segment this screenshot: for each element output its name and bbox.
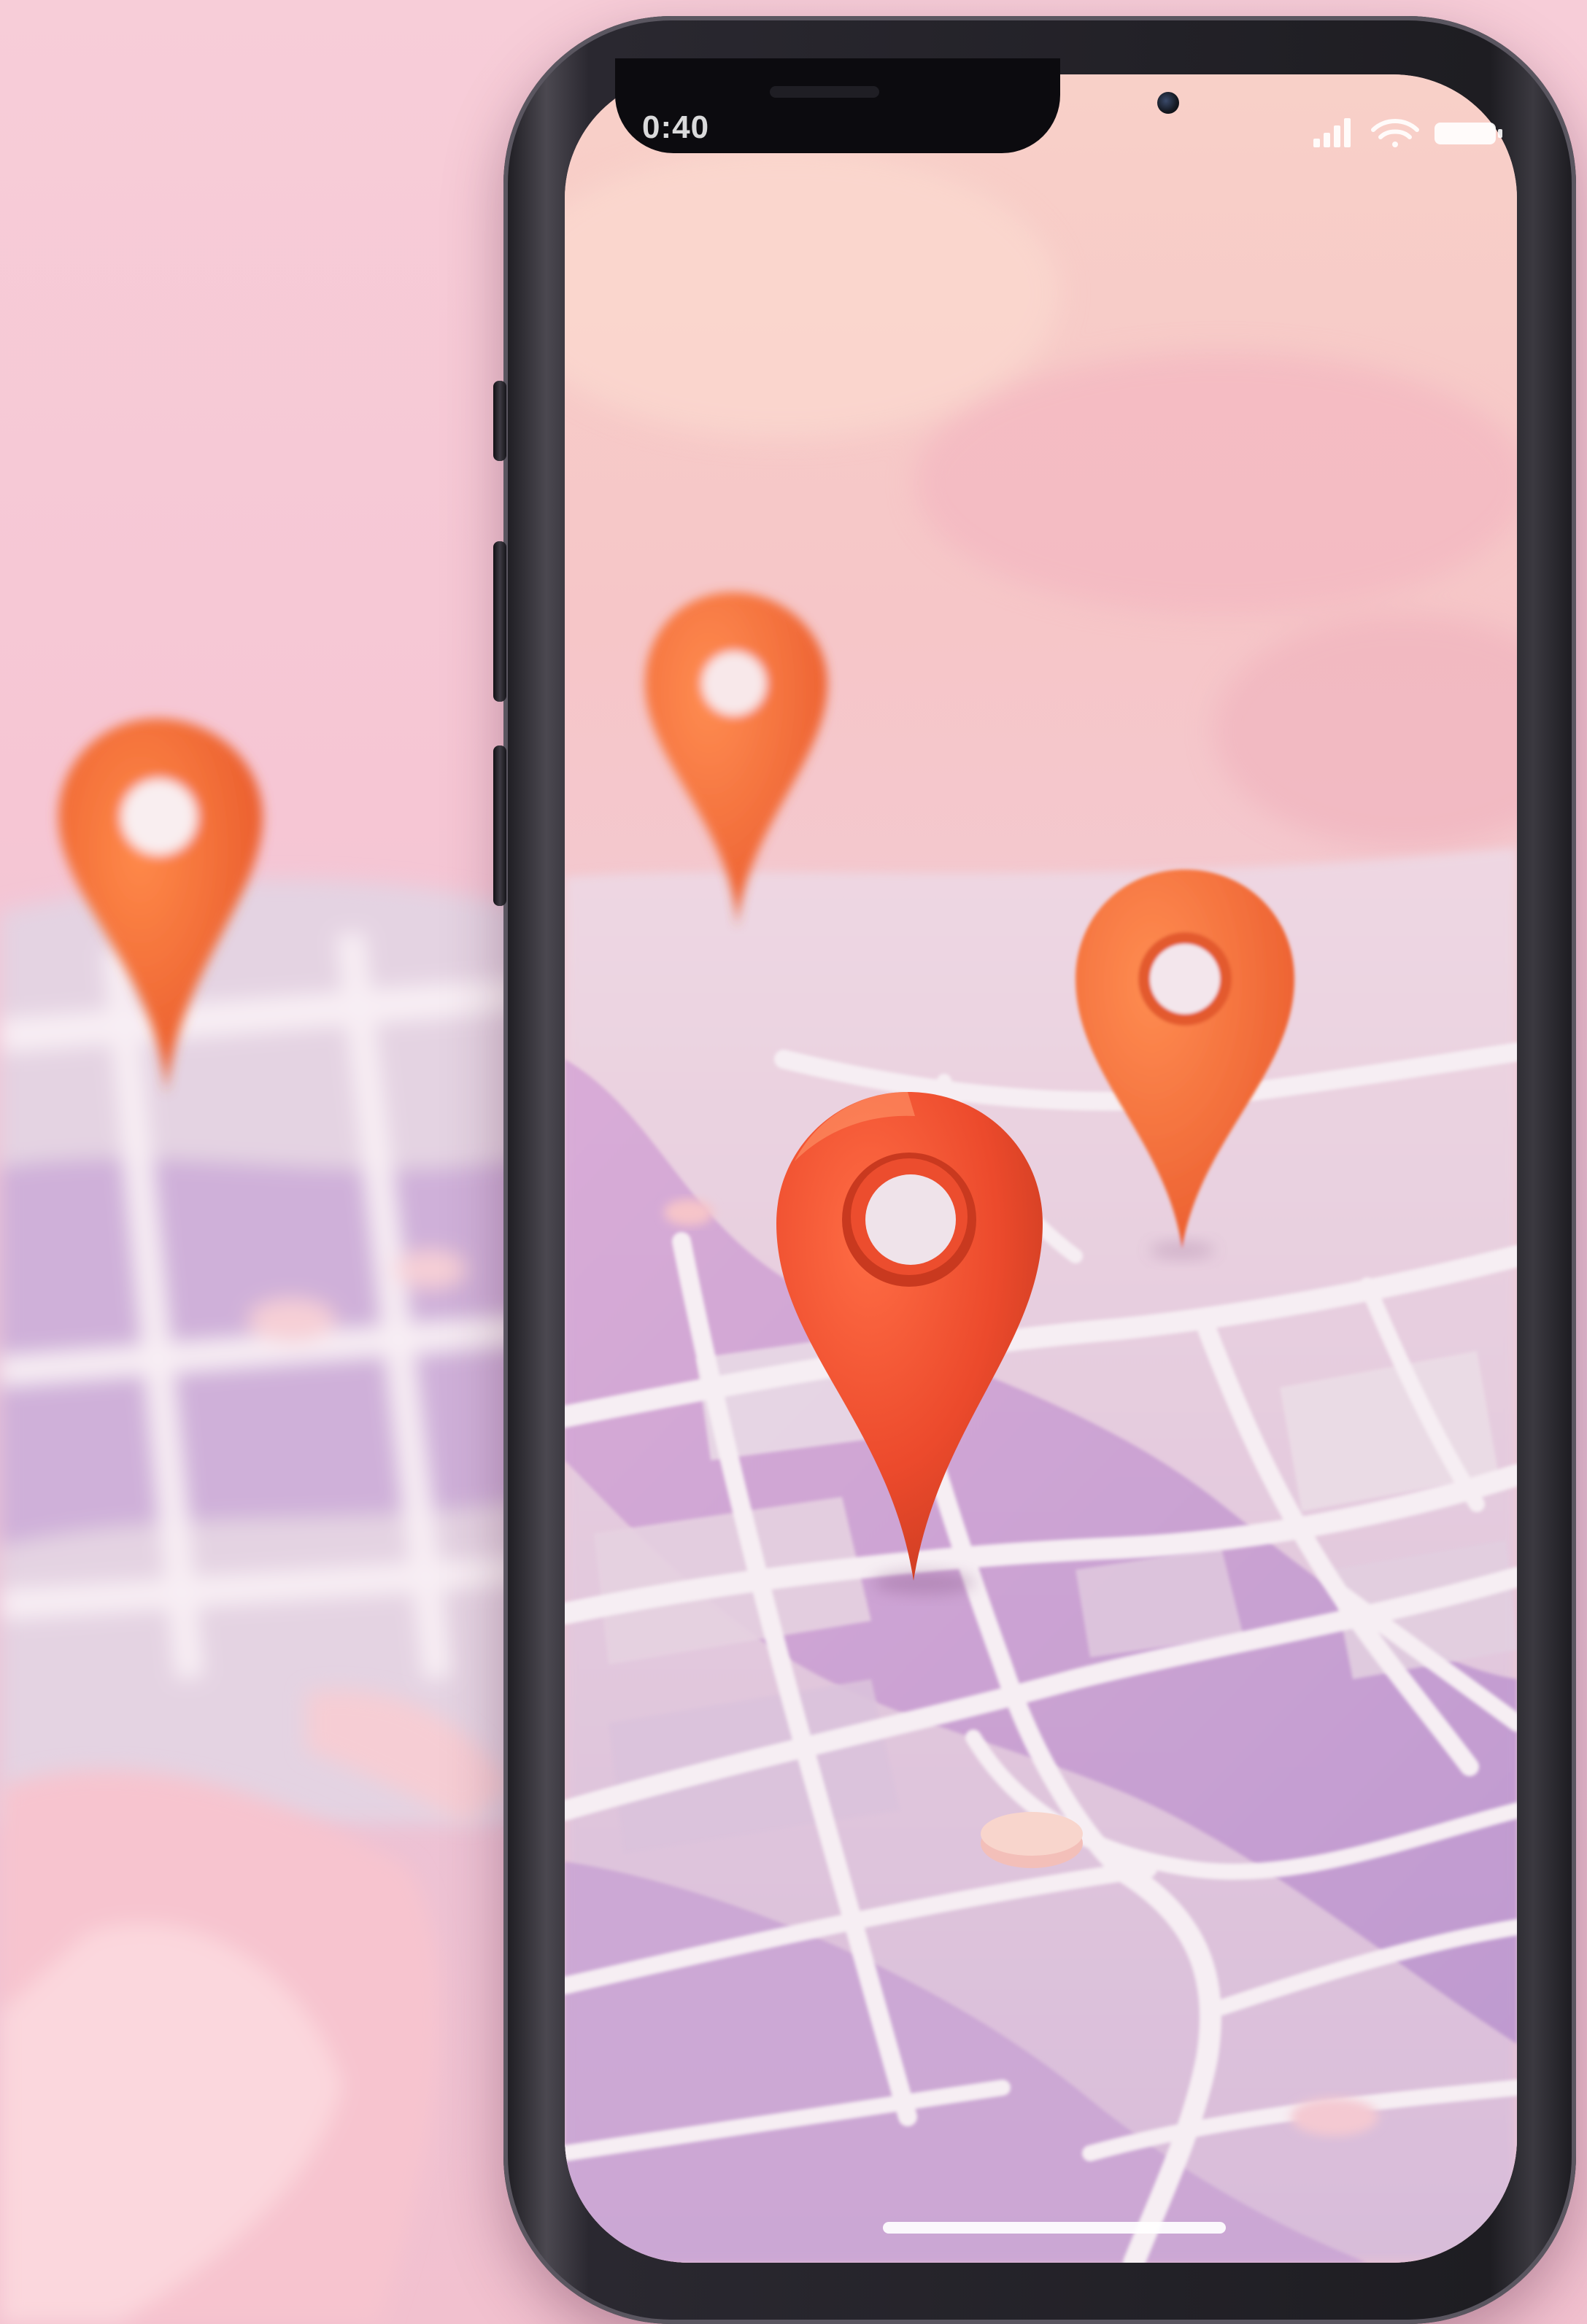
volume-down-button — [493, 745, 506, 906]
wifi-icon — [1371, 119, 1419, 147]
earpiece-speaker — [770, 86, 879, 98]
status-time: 0:40 — [642, 109, 710, 145]
map-wallpaper — [565, 74, 1517, 2263]
volume-up-button — [493, 541, 506, 702]
ring-silent-switch — [493, 381, 506, 461]
front-camera — [1157, 92, 1179, 114]
battery-icon — [1435, 123, 1502, 144]
cellular-signal-icon — [1313, 118, 1351, 147]
home-indicator[interactable] — [883, 2222, 1226, 2234]
phone-screen — [565, 74, 1517, 2263]
photo-scene: 0:40 — [0, 0, 1587, 2324]
smartphone — [493, 16, 1576, 2324]
status-icons — [1313, 118, 1502, 147]
